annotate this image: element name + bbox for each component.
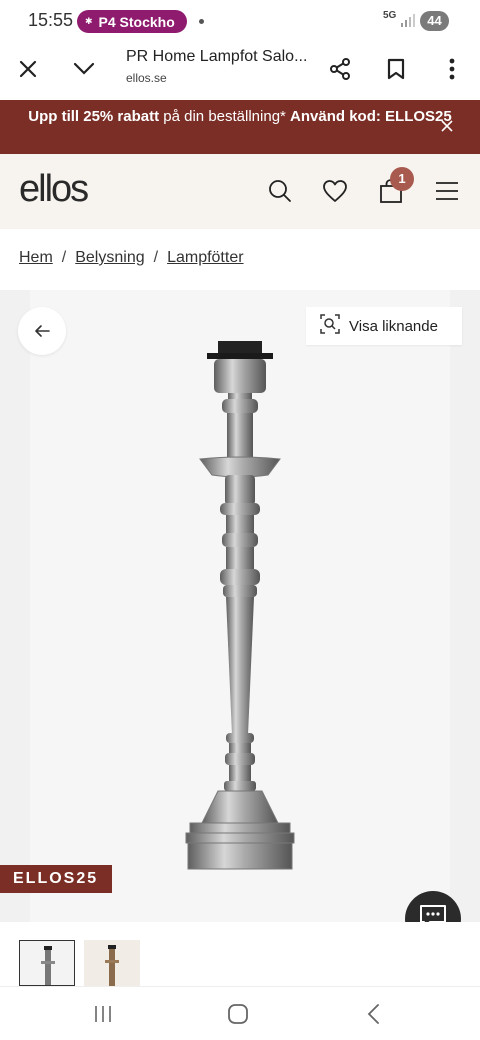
- breadcrumb-separator: /: [61, 249, 67, 266]
- signal-icon: [400, 12, 416, 33]
- promo-bold-start: Upp till 25% rabatt: [28, 108, 160, 125]
- show-similar-button[interactable]: Visa liknande: [306, 307, 462, 345]
- share-icon[interactable]: [325, 54, 355, 84]
- ellos-logo[interactable]: ellos: [19, 168, 89, 211]
- radio-icon: ✱: [85, 16, 93, 26]
- thumbnail-strip: [0, 922, 480, 986]
- thumbnail-image[interactable]: [19, 940, 75, 986]
- visual-search-icon: [320, 314, 340, 338]
- site-header: ellos: [0, 154, 480, 229]
- gallery-back-button[interactable]: [18, 307, 66, 355]
- heart-icon[interactable]: [320, 176, 350, 206]
- menu-icon[interactable]: [432, 176, 462, 206]
- breadcrumb-home[interactable]: Hem: [19, 249, 53, 266]
- breadcrumb-lamp-bases[interactable]: Lampfötter: [167, 249, 243, 266]
- promo-banner: Upp till 25% rabatt på din beställning* …: [0, 100, 480, 154]
- browser-toolbar: PR Home Lampfot Salo... ellos.se: [0, 40, 480, 100]
- breadcrumb: Hem / Belysning / Lampfötter: [19, 249, 244, 267]
- chevron-down-icon[interactable]: [69, 54, 99, 84]
- page-title[interactable]: PR Home Lampfot Salo...: [126, 48, 307, 66]
- system-nav-bar: [0, 986, 480, 1040]
- promo-close-icon[interactable]: [438, 117, 456, 135]
- show-similar-label: Visa liknande: [349, 317, 438, 335]
- promo-middle: på din beställning*: [159, 108, 291, 125]
- network-type: 5G: [383, 10, 397, 21]
- status-time: 15:55: [28, 10, 74, 30]
- close-icon[interactable]: [13, 54, 43, 84]
- back-icon[interactable]: [358, 1001, 388, 1027]
- more-vert-icon[interactable]: [437, 54, 467, 84]
- home-icon[interactable]: [223, 1001, 253, 1027]
- breadcrumb-lighting[interactable]: Belysning: [75, 249, 144, 266]
- breadcrumb-separator: /: [153, 249, 159, 266]
- thumbnail-image[interactable]: [84, 940, 140, 986]
- search-icon[interactable]: [265, 176, 295, 206]
- recent-apps-icon[interactable]: [88, 1001, 118, 1027]
- page-url[interactable]: ellos.se: [126, 71, 167, 85]
- battery-indicator: 44: [420, 11, 449, 31]
- lamp-base-image: [185, 341, 295, 870]
- notification-dot-icon: [199, 19, 204, 24]
- bookmark-icon[interactable]: [381, 54, 411, 84]
- status-bar: 15:55 ✱ P4 Stockho 5G 44: [0, 0, 480, 40]
- promo-bold-end: Använd kod: ELLOS25: [290, 108, 452, 125]
- cart-count-badge: 1: [390, 167, 414, 191]
- promo-code-badge: ELLOS25: [0, 865, 112, 893]
- media-pill[interactable]: ✱ P4 Stockho: [77, 10, 187, 33]
- media-pill-label: P4 Stockho: [98, 13, 175, 30]
